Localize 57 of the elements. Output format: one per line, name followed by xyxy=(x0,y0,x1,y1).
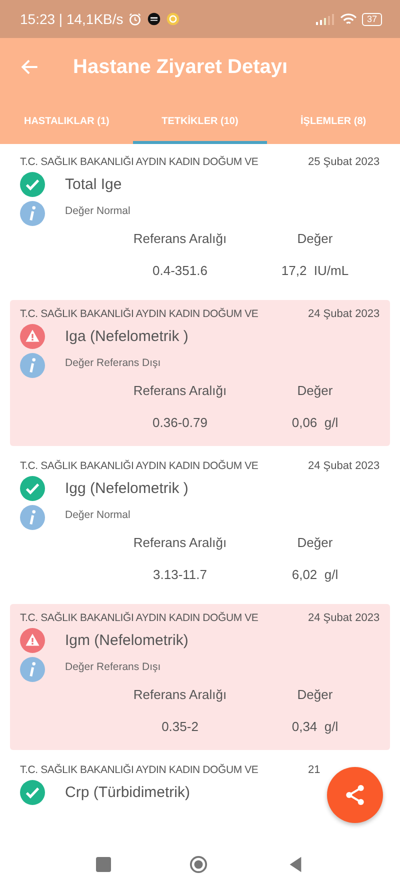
result-note: Değer Normal xyxy=(65,204,130,216)
hospital-name: T.C. SAĞLIK BAKANLIĞI AYDIN KADIN DOĞUM VE xyxy=(20,764,258,776)
tab[interactable]: TETKİKLER (10) xyxy=(133,104,267,144)
reference-range: 0.4-351.6 xyxy=(152,263,208,278)
result-note: Değer Normal xyxy=(65,508,130,520)
tab[interactable]: HASTALIKLAR (1) xyxy=(0,104,134,144)
result-value: 0,06 g/l xyxy=(290,415,340,430)
alarm-icon xyxy=(128,12,142,26)
test-name: Total Ige xyxy=(65,176,122,193)
screen-title: Hastane Ziyaret Detayı xyxy=(73,56,288,78)
test-name: Igg (Nefelometrik ) xyxy=(65,480,188,497)
app-icon xyxy=(147,12,162,26)
tab[interactable]: İŞLEMLER (8) xyxy=(266,104,400,144)
info-icon[interactable] xyxy=(20,201,45,226)
result-value: 0,34 g/l xyxy=(290,719,340,734)
column-header: Değer xyxy=(296,535,334,550)
test-name: Iga (Nefelometrik ) xyxy=(65,328,188,345)
result-note: Değer Referans Dışı xyxy=(65,660,161,672)
battery-level: 37 xyxy=(362,12,382,26)
checkmark-icon xyxy=(20,476,45,501)
reference-range: 0.35-2 xyxy=(160,719,200,734)
test-date: 24 Şubat 2023 xyxy=(308,612,380,624)
test-name: Crp (Türbidimetrik) xyxy=(65,784,190,801)
wifi-icon xyxy=(340,12,357,26)
hospital-name: T.C. SAĞLIK BAKANLIĞI AYDIN KADIN DOĞUM VE xyxy=(20,612,258,624)
test-date: 25 Şubat 2023 xyxy=(308,156,380,168)
column-header: Değer xyxy=(296,231,334,246)
column-header: Referans Aralığı xyxy=(132,687,228,702)
checkmark-icon xyxy=(20,172,45,197)
result-note: Değer Referans Dışı xyxy=(65,356,161,368)
reference-range: 0.36-0.79 xyxy=(152,415,208,430)
info-icon[interactable] xyxy=(20,353,45,378)
reference-range: 3.13-11.7 xyxy=(152,567,208,582)
column-header: Referans Aralığı xyxy=(132,231,228,246)
column-header: Değer xyxy=(296,383,334,398)
recents-button[interactable] xyxy=(96,856,110,872)
hospital-name: T.C. SAĞLIK BAKANLIĞI AYDIN KADIN DOĞUM VE xyxy=(20,460,258,472)
test-date: 21 xyxy=(308,764,322,776)
warning-icon xyxy=(20,324,45,349)
status-time: 15:23 | 14,1KB/s xyxy=(20,11,124,27)
result-value: 6,02 g/l xyxy=(290,567,340,582)
home-button[interactable] xyxy=(188,854,208,874)
signal-icon xyxy=(314,13,335,25)
info-icon[interactable] xyxy=(20,657,45,682)
column-header: Referans Aralığı xyxy=(132,383,228,398)
column-header: Değer xyxy=(296,687,334,702)
test-date: 24 Şubat 2023 xyxy=(308,308,380,320)
result-value: 17,2 IU/mL xyxy=(280,263,350,278)
hospital-name: T.C. SAĞLIK BAKANLIĞI AYDIN KADIN DOĞUM VE xyxy=(20,308,258,320)
test-name: Igm (Nefelometrik) xyxy=(65,632,188,649)
hospital-name: T.C. SAĞLIK BAKANLIĞI AYDIN KADIN DOĞUM VE xyxy=(20,156,258,168)
info-icon[interactable] xyxy=(20,505,45,530)
warning-icon xyxy=(20,628,45,653)
checkmark-icon xyxy=(20,780,45,805)
app-icon xyxy=(166,12,180,26)
column-header: Referans Aralığı xyxy=(132,535,228,550)
test-date: 24 Şubat 2023 xyxy=(308,460,380,472)
